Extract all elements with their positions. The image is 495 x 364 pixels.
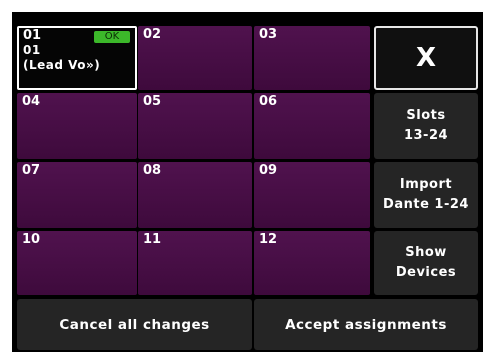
- slots-13-24-label: Slots 13-24: [403, 108, 449, 143]
- accept-assignments-label: Accept assignments: [285, 316, 447, 333]
- slot-number: 03: [259, 27, 278, 42]
- slot-channel-name: (Lead Vo»): [23, 58, 101, 72]
- slot-12[interactable]: 12: [254, 231, 370, 295]
- slot-07[interactable]: 07: [17, 162, 137, 228]
- slot-08[interactable]: 08: [138, 162, 252, 228]
- close-button[interactable]: X: [374, 26, 478, 90]
- slot-10[interactable]: 10: [17, 231, 137, 295]
- slots-13-24-button[interactable]: Slots 13-24: [374, 93, 478, 159]
- import-dante-label: Import Dante 1-24: [383, 177, 469, 212]
- status-badge: OK: [94, 31, 130, 43]
- slot-number: 04: [22, 94, 41, 109]
- slot-11[interactable]: 11: [138, 231, 252, 295]
- slot-number: 06: [259, 94, 278, 109]
- cancel-all-changes-button[interactable]: Cancel all changes: [17, 299, 252, 350]
- slot-number: 07: [22, 163, 41, 178]
- slot-channel: 01: [23, 43, 41, 57]
- slot-06[interactable]: 06: [254, 93, 370, 159]
- slot-number: 09: [259, 163, 278, 178]
- slot-number: 05: [143, 94, 162, 109]
- show-devices-button[interactable]: Show Devices: [374, 231, 478, 295]
- accept-assignments-button[interactable]: Accept assignments: [254, 299, 478, 350]
- slot-02[interactable]: 02: [138, 26, 252, 90]
- import-dante-button[interactable]: Import Dante 1-24: [374, 162, 478, 228]
- cancel-all-changes-label: Cancel all changes: [59, 316, 210, 333]
- slot-05[interactable]: 05: [138, 93, 252, 159]
- slot-01[interactable]: 01 OK 01 (Lead Vo»): [17, 26, 137, 90]
- slot-number: 12: [259, 232, 278, 247]
- slot-09[interactable]: 09: [254, 162, 370, 228]
- show-devices-label: Show Devices: [395, 245, 457, 280]
- slot-number: 02: [143, 27, 162, 42]
- assignment-screen: 01 OK 01 (Lead Vo») 02 03 04 05 06 07 08…: [12, 12, 483, 352]
- slot-number: 08: [143, 163, 162, 178]
- slot-04[interactable]: 04: [17, 93, 137, 159]
- slot-number: 11: [143, 232, 162, 247]
- slot-03[interactable]: 03: [254, 26, 370, 90]
- slot-number: 10: [22, 232, 41, 247]
- close-icon: X: [415, 43, 437, 73]
